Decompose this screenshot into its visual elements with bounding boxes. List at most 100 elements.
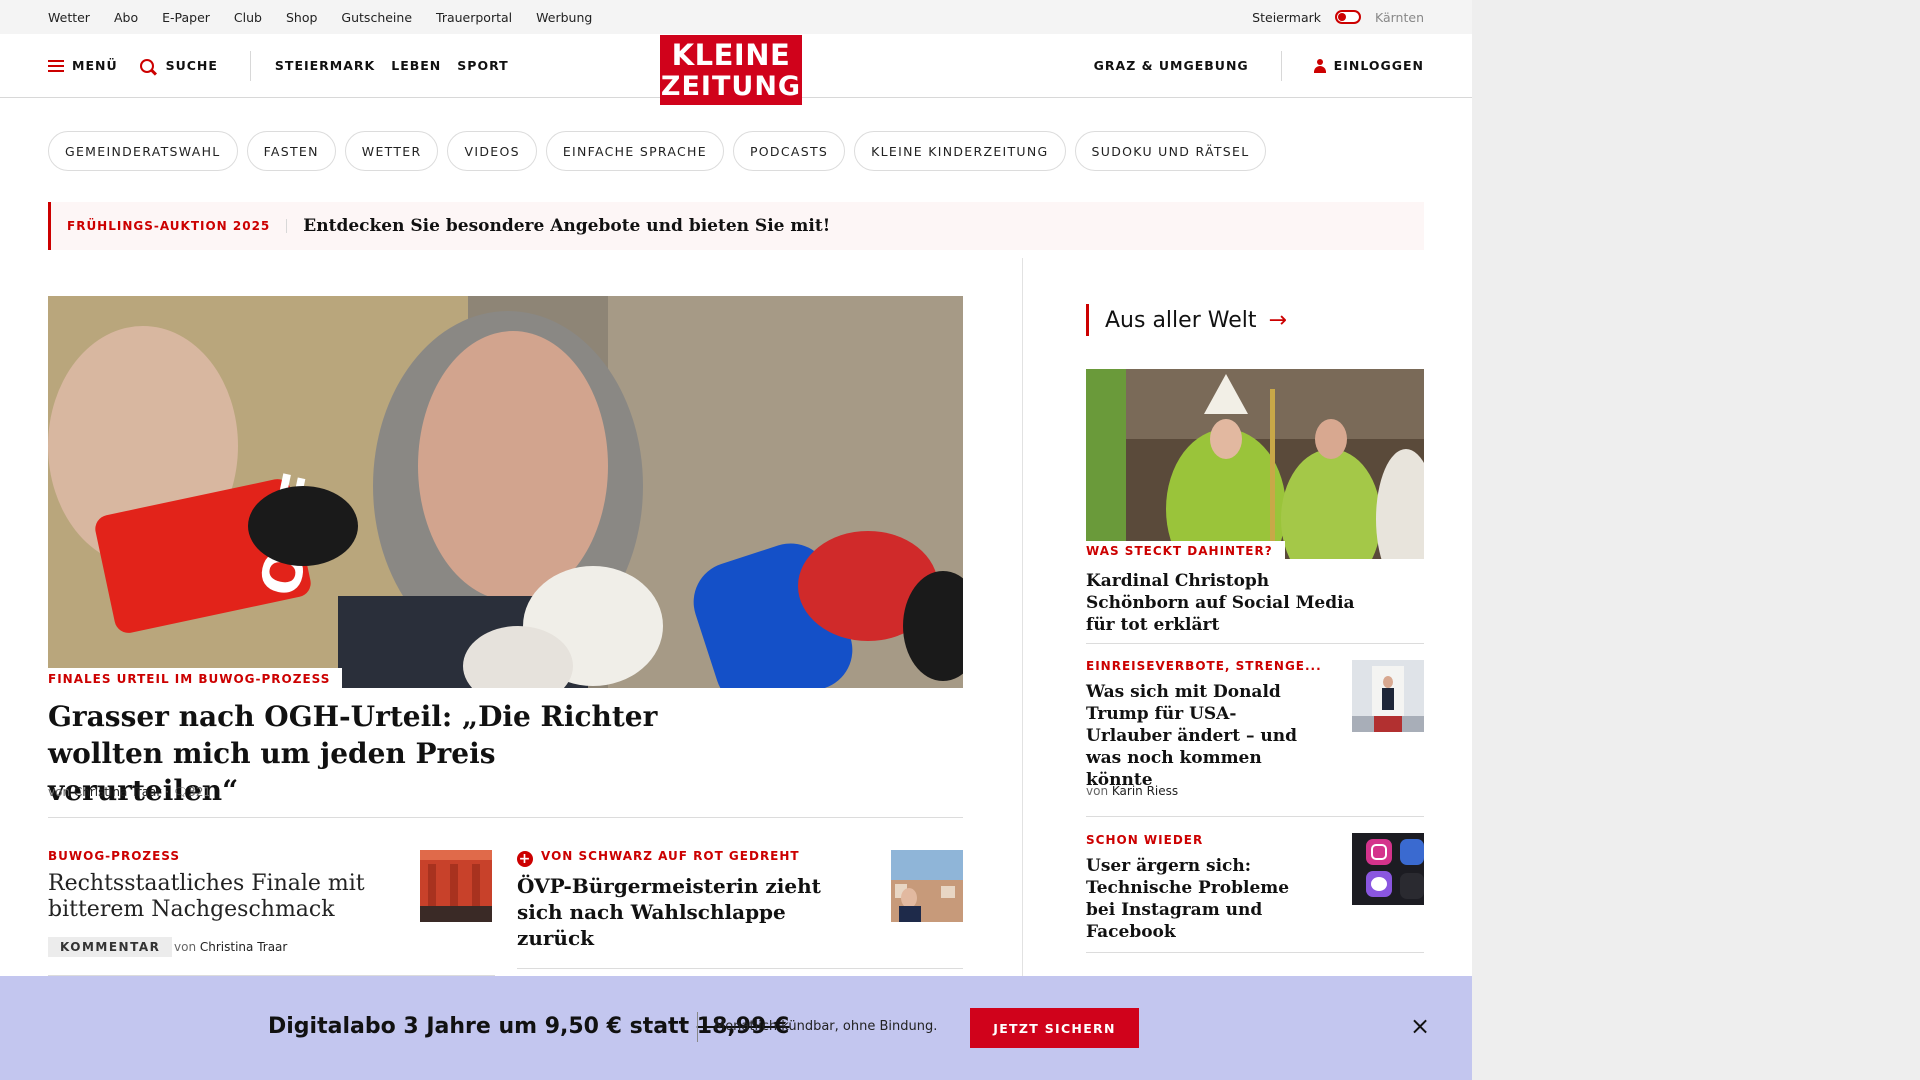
search-button[interactable]: SUCHE — [139, 58, 218, 73]
topic-einfache-sprache[interactable]: EINFACHE SPRACHE — [545, 131, 724, 171]
comment-icon[interactable]: 🗨 — [173, 785, 188, 799]
sub1-byline: von Christina Traar — [174, 940, 287, 954]
topic-kinderzeitung[interactable]: KLEINE KINDERZEITUNG — [854, 131, 1066, 171]
sidebar-item1-byline: von Karin Riess — [1086, 784, 1178, 798]
sidebar-divider-2 — [1086, 816, 1424, 817]
header-divider — [249, 50, 251, 81]
lead-image-art: ORF — [48, 296, 963, 688]
kommentar-badge: KOMMENTAR — [48, 937, 173, 957]
sub1-thumb-art — [420, 850, 492, 922]
region-toggle[interactable] — [1335, 10, 1361, 24]
banner-divider — [697, 1012, 698, 1042]
login-button[interactable]: EINLOGGEN — [1313, 58, 1424, 73]
nav-sport[interactable]: SPORT — [457, 58, 508, 73]
promo-bar[interactable]: FRÜHLINGS-AUKTION 2025 Entdecken Sie bes… — [48, 202, 1424, 250]
sidebar-item1-by: von — [1086, 784, 1109, 798]
search-icon — [139, 58, 154, 73]
sidebar-item2-thumb-art — [1352, 833, 1424, 905]
header-divider-right — [1280, 50, 1282, 81]
sidebar-feature-art — [1086, 369, 1424, 559]
utility-link-club[interactable]: Club — [234, 10, 262, 25]
logo-line-1: KLEINE — [671, 38, 791, 72]
lead-article-image[interactable]: ORF — [48, 296, 963, 688]
utility-link-shop[interactable]: Shop — [286, 10, 317, 25]
sub2-thumb-art — [891, 850, 963, 922]
topic-wetter[interactable]: WETTER — [344, 131, 439, 171]
lead-author[interactable]: Christina Traar — [74, 785, 161, 799]
promo-tag: FRÜHLINGS-AUKTION 2025 — [67, 219, 288, 233]
sub1-author[interactable]: Christina Traar — [200, 940, 287, 954]
sidebar-item1-thumbnail[interactable] — [1352, 660, 1424, 732]
sub1-kicker[interactable]: BUWOG-PROZESS — [48, 849, 180, 863]
sidebar-feature-headline[interactable]: Kardinal Christoph Schönborn auf Social … — [1086, 570, 1356, 636]
utility-links: Wetter Abo E-Paper Club Shop Gutscheine … — [48, 10, 592, 25]
nav-leben[interactable]: LEBEN — [391, 58, 441, 73]
page: Wetter Abo E-Paper Club Shop Gutscheine … — [0, 0, 1472, 1080]
nav-graz-umgebung[interactable]: GRAZ & UMGEBUNG — [1094, 58, 1249, 73]
column-divider — [1022, 258, 1023, 978]
banner-offer: Digitalabo 3 Jahre um 9,50 € statt 18,99… — [268, 1014, 789, 1039]
menu-button[interactable]: MENÜ — [48, 58, 118, 73]
sidebar-feature-image[interactable] — [1086, 369, 1424, 559]
nav-steiermark[interactable]: STEIERMARK — [275, 58, 375, 73]
topic-fasten[interactable]: FASTEN — [246, 131, 336, 171]
sub2-kicker: VON SCHWARZ AUF ROT GEDREHT — [541, 849, 800, 863]
site-logo[interactable]: KLEINE ZEITUNG — [660, 35, 802, 105]
close-icon[interactable]: × — [1408, 1014, 1432, 1038]
byline-dot: · — [165, 785, 170, 799]
sub1-by: von — [174, 940, 197, 954]
sidebar-divider-1 — [1086, 643, 1424, 644]
sidebar-item2-thumbnail[interactable] — [1352, 833, 1424, 905]
utility-link-epaper[interactable]: E-Paper — [162, 10, 210, 25]
hamburger-icon — [48, 59, 64, 72]
utility-link-wetter[interactable]: Wetter — [48, 10, 90, 25]
utility-link-gutscheine[interactable]: Gutscheine — [341, 10, 412, 25]
plus-icon: + — [517, 851, 533, 867]
sub2-headline[interactable]: ÖVP-Bürgermeisterin zieht sich nach Wahl… — [517, 873, 857, 951]
main-header: MENÜ SUCHE STEIERMARK LEBEN SPORT KLEINE… — [0, 34, 1472, 105]
promo-text: Entdecken Sie besondere Angebote und bie… — [303, 216, 831, 236]
region-switch: Steiermark Kärnten — [1252, 10, 1424, 25]
sub2-divider — [517, 968, 963, 969]
banner-offer-text: Digitalabo 3 Jahre um 9,50 € statt — [268, 1014, 690, 1039]
user-icon — [1313, 58, 1326, 73]
utility-link-werbung[interactable]: Werbung — [536, 10, 592, 25]
sidebar-item1-thumb-art — [1352, 660, 1424, 732]
utility-bar: Wetter Abo E-Paper Club Shop Gutscheine … — [0, 0, 1472, 34]
sidebar-item2-headline[interactable]: User ärgern sich: Technische Probleme be… — [1086, 855, 1316, 943]
lead-comment-count[interactable]: 321 — [188, 785, 211, 799]
arrow-right-icon: → — [1268, 307, 1287, 333]
region-kaernten[interactable]: Kärnten — [1375, 10, 1424, 25]
login-label: EINLOGGEN — [1333, 58, 1424, 73]
lead-kicker[interactable]: FINALES URTEIL IM BUWOG-PROZESS — [48, 668, 343, 688]
topic-videos[interactable]: VIDEOS — [447, 131, 537, 171]
sub2-thumbnail[interactable] — [891, 850, 963, 922]
sidebar-feature-kicker[interactable]: WAS STECKT DAHINTER? — [1086, 541, 1285, 560]
sub1-headline[interactable]: Rechtsstaatliches Finale mit bitterem Na… — [48, 871, 378, 923]
utility-link-abo[interactable]: Abo — [114, 10, 138, 25]
topic-gemeinderatswahl[interactable]: GEMEINDERATSWAHL — [48, 131, 238, 171]
logo-line-2: ZEITUNG — [660, 71, 802, 102]
lead-divider — [48, 817, 963, 818]
utility-link-trauerportal[interactable]: Trauerportal — [436, 10, 512, 25]
sidebar-item1-kicker[interactable]: EINREISEVERBOTE, STRENGE... — [1086, 659, 1322, 673]
sidebar-heading-link[interactable]: Aus aller Welt → — [1086, 304, 1287, 336]
sidebar-heading: Aus aller Welt — [1105, 307, 1257, 333]
sidebar-item2-kicker[interactable]: SCHON WIEDER — [1086, 833, 1203, 847]
menu-label: MENÜ — [72, 58, 118, 73]
topic-podcasts[interactable]: PODCASTS — [732, 131, 846, 171]
sub2-kicker-row[interactable]: + VON SCHWARZ AUF ROT GEDREHT — [517, 849, 800, 867]
search-label: SUCHE — [165, 58, 218, 73]
subscribe-button[interactable]: JETZT SICHERN — [970, 1008, 1139, 1048]
lead-by: von — [48, 785, 71, 799]
sidebar-divider-3 — [1086, 952, 1424, 953]
region-steiermark[interactable]: Steiermark — [1252, 10, 1321, 25]
topic-sudoku[interactable]: SUDOKU UND RÄTSEL — [1074, 131, 1267, 171]
topic-pills: GEMEINDERATSWAHL FASTEN WETTER VIDEOS EI… — [48, 131, 1267, 171]
sub1-thumbnail[interactable] — [420, 850, 492, 922]
subscription-banner: Digitalabo 3 Jahre um 9,50 € statt 18,99… — [0, 976, 1472, 1080]
sidebar-item1-headline[interactable]: Was sich mit Donald Trump für USA-Urlaub… — [1086, 681, 1316, 791]
sidebar-item1-author[interactable]: Karin Riess — [1112, 784, 1178, 798]
banner-note: Monatlich kündbar, ohne Bindung. — [714, 1019, 938, 1034]
lead-byline: von Christina Traar · 🗨321 — [48, 785, 211, 799]
